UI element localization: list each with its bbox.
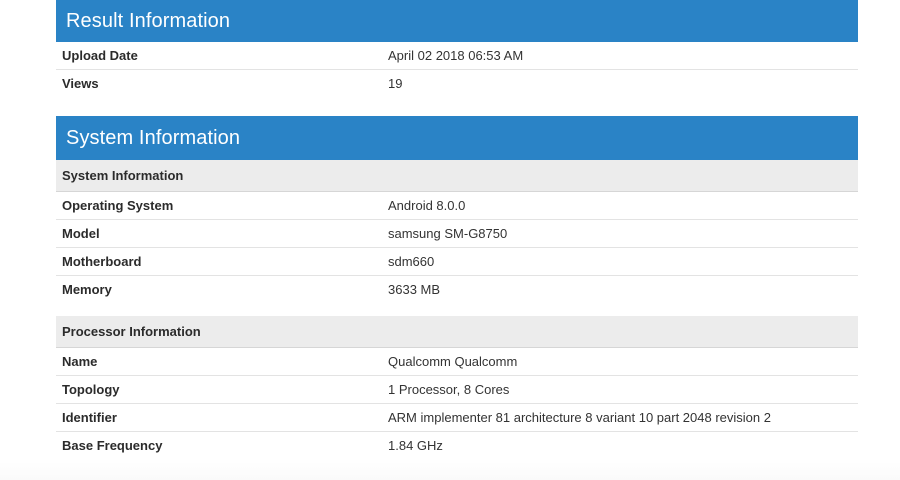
table-row: Base Frequency 1.84 GHz (56, 432, 858, 460)
table-row: Memory 3633 MB (56, 276, 858, 304)
row-value-base-frequency: 1.84 GHz (388, 438, 443, 453)
row-label-motherboard: Motherboard (56, 247, 382, 276)
row-label-memory: Memory (62, 282, 112, 297)
row-label-topology: Topology (56, 375, 382, 404)
row-value-motherboard: sdm660 (382, 247, 858, 276)
table-row: Name Qualcomm Qualcomm (56, 348, 858, 376)
row-label-identifier: Identifier (56, 403, 382, 432)
page: Result Information Upload Date April 02 … (0, 0, 900, 480)
row-value-identifier: ARM implementer 81 architecture 8 varian… (382, 403, 858, 432)
row-value-model: samsung SM-G8750 (382, 219, 858, 248)
row-value-topology: 1 Processor, 8 Cores (382, 375, 858, 404)
section-heading-system: System Information (56, 160, 858, 192)
row-value-operating-system: Android 8.0.0 (382, 192, 858, 220)
bottom-fade (0, 462, 900, 480)
system-information-table: Operating System Android 8.0.0 Model sam… (56, 192, 858, 303)
row-label-operating-system: Operating System (56, 192, 382, 220)
row-label-model: Model (56, 219, 382, 248)
row-label-name: Name (56, 348, 382, 376)
system-information-title: System Information (56, 116, 858, 160)
row-value-name: Qualcomm Qualcomm (382, 348, 858, 376)
row-value-views: 19 (388, 76, 403, 91)
result-information-title: Result Information (56, 0, 858, 42)
processor-information-table: Name Qualcomm Qualcomm Topology 1 Proces… (56, 348, 858, 459)
row-label-upload-date: Upload Date (56, 42, 382, 70)
table-row: Operating System Android 8.0.0 (56, 192, 858, 220)
table-row: Upload Date April 02 2018 06:53 AM (56, 42, 858, 70)
row-value-memory: 3633 MB (388, 282, 441, 297)
row-value-upload-date: April 02 2018 06:53 AM (382, 42, 858, 70)
table-row: Topology 1 Processor, 8 Cores (56, 375, 858, 404)
system-information-panel: System Information System Information Op… (56, 116, 858, 459)
row-label-base-frequency: Base Frequency (62, 438, 163, 453)
table-row: Identifier ARM implementer 81 architectu… (56, 403, 858, 432)
row-label-views: Views (62, 76, 99, 91)
table-row: Views 19 (56, 70, 858, 98)
section-heading-processor: Processor Information (56, 316, 858, 348)
result-information-panel: Result Information Upload Date April 02 … (56, 0, 858, 97)
result-information-table: Upload Date April 02 2018 06:53 AM Views… (56, 42, 858, 97)
table-row: Motherboard sdm660 (56, 247, 858, 276)
table-row: Model samsung SM-G8750 (56, 219, 858, 248)
